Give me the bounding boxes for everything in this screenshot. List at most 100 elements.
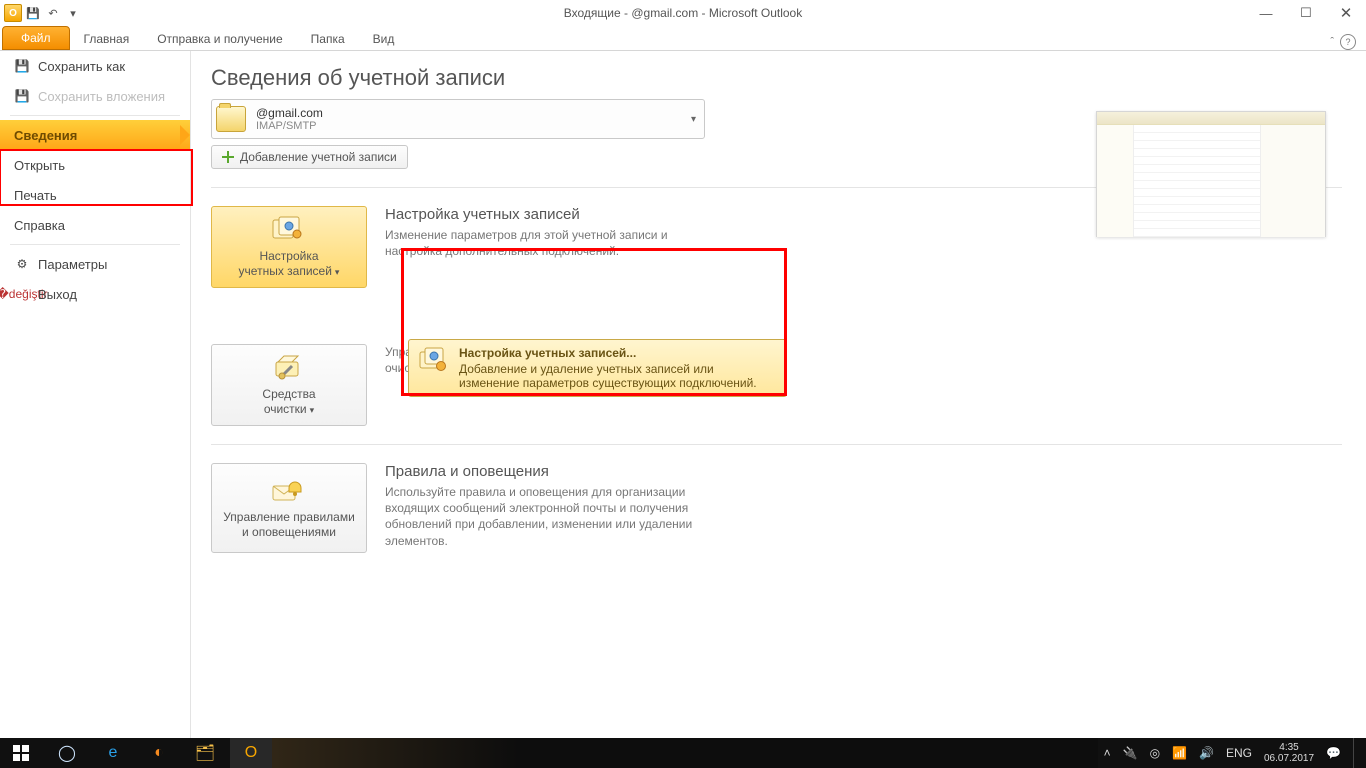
section-account-settings-text: Настройка учетных записей Изменение пара… bbox=[385, 206, 715, 288]
account-settings-dropdown-icon bbox=[419, 346, 449, 376]
dropdown-title: Настройка учетных записей... bbox=[459, 346, 776, 360]
add-account-button[interactable]: Добавление учетной записи bbox=[211, 145, 408, 169]
window-controls: — ☐ ✕ bbox=[1246, 0, 1366, 26]
taskbar-explorer-icon[interactable]: 🗂 bbox=[184, 738, 226, 768]
nav-save-as[interactable]: 💾 Сохранить как bbox=[0, 51, 190, 81]
backstage-content: Сведения об учетной записи @gmail.com IM… bbox=[191, 51, 1366, 739]
tab-home[interactable]: Главная bbox=[70, 28, 144, 50]
tab-file[interactable]: Файл bbox=[2, 26, 70, 50]
rules-alerts-button-line2: и оповещениями bbox=[242, 525, 336, 540]
tab-send-receive[interactable]: Отправка и получение bbox=[143, 28, 296, 50]
taskbar-search-icon[interactable]: ◯ bbox=[46, 738, 88, 768]
section-account-settings-desc: Изменение параметров для этой учетной за… bbox=[385, 227, 715, 259]
section-account-settings-title: Настройка учетных записей bbox=[385, 206, 715, 223]
show-desktop-button[interactable] bbox=[1353, 738, 1360, 768]
taskbar-outlook-icon[interactable]: O bbox=[230, 738, 272, 768]
window-title: Входящие - @gmail.com - Microsoft Outloo… bbox=[564, 6, 802, 20]
cleanup-tools-button-line2: очистки▾ bbox=[264, 402, 314, 417]
title-bar: O 💾 ↶ ▾ Входящие - @gmail.com - Microsof… bbox=[0, 0, 1366, 26]
tray-clock[interactable]: 4:35 06.07.2017 bbox=[1264, 742, 1314, 764]
section-rules: Управление правилами и оповещениями Прав… bbox=[211, 463, 751, 553]
section-account-settings: Настройка учетных записей▾ Настройка уче… bbox=[211, 206, 751, 288]
rules-alerts-icon bbox=[271, 476, 307, 506]
taskbar-left: ◯ e ◐ 🗂 O bbox=[0, 738, 272, 768]
account-settings-dropdown-item[interactable]: Настройка учетных записей... Добавление … bbox=[408, 339, 787, 397]
account-selector[interactable]: @gmail.com IMAP/SMTP ▾ bbox=[211, 99, 705, 139]
nav-save-attachments: 💾 Сохранить вложения bbox=[0, 81, 190, 111]
account-settings-button-line1: Настройка bbox=[259, 249, 318, 264]
tray-location-icon[interactable]: ◎ bbox=[1150, 746, 1160, 760]
taskbar-edge-icon[interactable]: e bbox=[92, 738, 134, 768]
qat-save-icon[interactable]: 💾 bbox=[24, 4, 42, 22]
nav-options-label: Параметры bbox=[38, 257, 107, 272]
help-icon[interactable]: ? bbox=[1340, 34, 1356, 50]
cleanup-tools-icon bbox=[271, 353, 307, 383]
nav-separator bbox=[10, 115, 180, 116]
section-rules-text: Правила и оповещения Используйте правила… bbox=[385, 463, 715, 553]
tray-language[interactable]: ENG bbox=[1226, 746, 1252, 760]
preview-thumbnail bbox=[1096, 111, 1326, 237]
page-title: Сведения об учетной записи bbox=[211, 65, 1342, 91]
close-button[interactable]: ✕ bbox=[1326, 0, 1366, 26]
nav-help-label: Справка bbox=[14, 218, 65, 233]
account-protocol: IMAP/SMTP bbox=[256, 120, 681, 132]
dropdown-desc: Добавление и удаление учетных записей ил… bbox=[459, 362, 776, 390]
dropdown-text: Настройка учетных записей... Добавление … bbox=[459, 346, 776, 390]
minimize-button[interactable]: — bbox=[1246, 0, 1286, 26]
options-icon: ⚙ bbox=[14, 256, 30, 272]
nav-print[interactable]: Печать bbox=[0, 180, 190, 210]
nav-save-as-label: Сохранить как bbox=[38, 59, 125, 74]
qat-customize-icon[interactable]: ▾ bbox=[64, 4, 82, 22]
tab-folder[interactable]: Папка bbox=[297, 28, 359, 50]
backstage: 💾 Сохранить как 💾 Сохранить вложения Све… bbox=[0, 51, 1366, 739]
nav-save-attachments-label: Сохранить вложения bbox=[38, 89, 165, 104]
account-settings-button-line2: учетных записей▾ bbox=[239, 264, 340, 279]
nav-exit-label: Выход bbox=[38, 287, 77, 302]
qat-undo-icon[interactable]: ↶ bbox=[44, 4, 62, 22]
account-folder-icon bbox=[216, 106, 246, 132]
save-as-icon: 💾 bbox=[14, 58, 30, 74]
start-button[interactable] bbox=[0, 738, 42, 768]
taskbar-tray: ˄ 🔌 ◎ 📶 🔊 ENG 4:35 06.07.2017 💬 bbox=[1098, 738, 1366, 768]
tab-view[interactable]: Вид bbox=[359, 28, 409, 50]
nav-separator bbox=[10, 244, 180, 245]
tray-date: 06.07.2017 bbox=[1264, 753, 1314, 764]
nav-info-label: Сведения bbox=[14, 128, 77, 143]
taskbar-firefox-icon[interactable]: ◐ bbox=[138, 738, 180, 768]
ribbon-tabs: Файл Главная Отправка и получение Папка … bbox=[0, 26, 1366, 51]
nav-print-label: Печать bbox=[14, 188, 57, 203]
account-text: @gmail.com IMAP/SMTP bbox=[256, 106, 681, 132]
quick-access-toolbar: O 💾 ↶ ▾ bbox=[0, 4, 82, 22]
rules-alerts-button[interactable]: Управление правилами и оповещениями bbox=[211, 463, 367, 553]
nav-options[interactable]: ⚙ Параметры bbox=[0, 249, 190, 279]
nav-help[interactable]: Справка bbox=[0, 210, 190, 240]
maximize-button[interactable]: ☐ bbox=[1286, 0, 1326, 26]
app-icon: O bbox=[4, 4, 22, 22]
separator bbox=[211, 444, 1342, 445]
section-rules-desc: Используйте правила и оповещения для орг… bbox=[385, 484, 715, 549]
account-settings-button[interactable]: Настройка учетных записей▾ bbox=[211, 206, 367, 288]
tray-volume-icon[interactable]: 🔊 bbox=[1199, 746, 1214, 760]
save-attachments-icon: 💾 bbox=[14, 88, 30, 104]
add-account-label: Добавление учетной записи bbox=[240, 150, 397, 164]
plus-icon bbox=[222, 151, 234, 163]
nav-open[interactable]: Открыть bbox=[0, 150, 190, 180]
ribbon-help: ˆ ? bbox=[1330, 34, 1366, 50]
ribbon-minimize-icon[interactable]: ˆ bbox=[1330, 36, 1334, 48]
exit-icon: �değiştir bbox=[14, 286, 30, 302]
nav-open-label: Открыть bbox=[14, 158, 65, 173]
taskbar-spacer bbox=[272, 738, 1098, 768]
cleanup-tools-button-line1: Средства bbox=[262, 387, 315, 402]
nav-exit[interactable]: �değiştir Выход bbox=[0, 279, 190, 309]
nav-info[interactable]: Сведения bbox=[0, 120, 190, 150]
account-email: @gmail.com bbox=[256, 106, 681, 120]
section-rules-title: Правила и оповещения bbox=[385, 463, 715, 480]
tray-wifi-icon[interactable]: 📶 bbox=[1172, 746, 1187, 760]
tray-time: 4:35 bbox=[1264, 742, 1314, 753]
account-settings-icon bbox=[271, 215, 307, 245]
tray-notifications-icon[interactable]: 💬 bbox=[1326, 746, 1341, 760]
tray-power-icon[interactable]: 🔌 bbox=[1123, 746, 1138, 760]
tray-chevron-icon[interactable]: ˄ bbox=[1104, 746, 1111, 760]
backstage-nav: 💾 Сохранить как 💾 Сохранить вложения Све… bbox=[0, 51, 191, 739]
cleanup-tools-button[interactable]: Средства очистки▾ bbox=[211, 344, 367, 426]
